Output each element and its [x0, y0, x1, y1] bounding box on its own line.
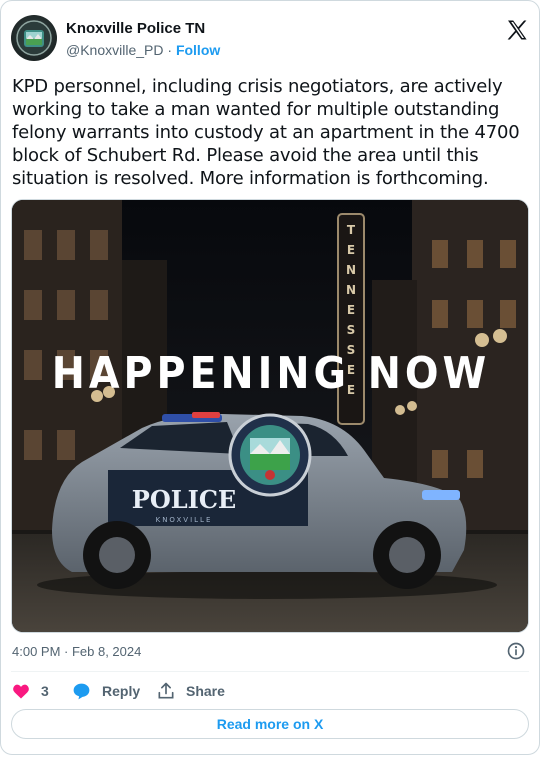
- reply-label: Reply: [102, 683, 141, 699]
- share-label: Share: [186, 683, 225, 699]
- happening-now-graphic: T E N N E S S E E HAPPENING NOW POLICE K…: [12, 200, 528, 632]
- tweet-embed-card: Knoxville Police TN @Knoxville_PD · Foll…: [0, 0, 540, 755]
- svg-text:S: S: [347, 323, 356, 337]
- tweet-image[interactable]: T E N N E S S E E HAPPENING NOW POLICE K…: [11, 199, 529, 633]
- speech-bubble-icon: [73, 683, 90, 699]
- follow-link[interactable]: Follow: [176, 42, 220, 58]
- author-avatar[interactable]: [11, 15, 57, 61]
- divider: [11, 671, 529, 672]
- tweet-text: KPD personnel, including crisis negotiat…: [12, 76, 520, 189]
- share-button[interactable]: Share: [156, 677, 225, 705]
- like-count: 3: [41, 683, 49, 699]
- svg-text:N: N: [346, 283, 356, 297]
- svg-text:E: E: [347, 303, 355, 317]
- svg-text:N: N: [346, 263, 356, 277]
- tweet-header: Knoxville Police TN @Knoxville_PD · Foll…: [11, 13, 529, 63]
- heart-icon: [13, 684, 29, 699]
- like-button[interactable]: 3: [11, 677, 49, 705]
- tweet-actions: 3 Reply Share: [11, 677, 529, 705]
- headline-text: HAPPENING NOW: [52, 348, 491, 399]
- svg-text:E: E: [347, 243, 355, 257]
- info-icon[interactable]: [506, 641, 526, 661]
- author-handle-line: @Knoxville_PD · Follow: [66, 42, 220, 58]
- author-name[interactable]: Knoxville Police TN: [66, 20, 205, 37]
- read-more-button[interactable]: Read more on X: [11, 709, 529, 739]
- car-door-text: POLICE: [132, 485, 236, 514]
- car-lower-text: KNOXVILLE: [156, 516, 213, 524]
- share-upload-icon: [158, 682, 174, 699]
- separator-dot: ·: [167, 42, 173, 58]
- kpd-badge-icon: [16, 20, 52, 56]
- x-logo-icon[interactable]: [505, 18, 529, 42]
- reply-button[interactable]: Reply: [71, 677, 140, 705]
- tweet-timestamp[interactable]: 4:00 PM · Feb 8, 2024: [12, 644, 141, 659]
- sign-letter: T: [347, 223, 356, 237]
- author-handle[interactable]: @Knoxville_PD: [66, 42, 163, 58]
